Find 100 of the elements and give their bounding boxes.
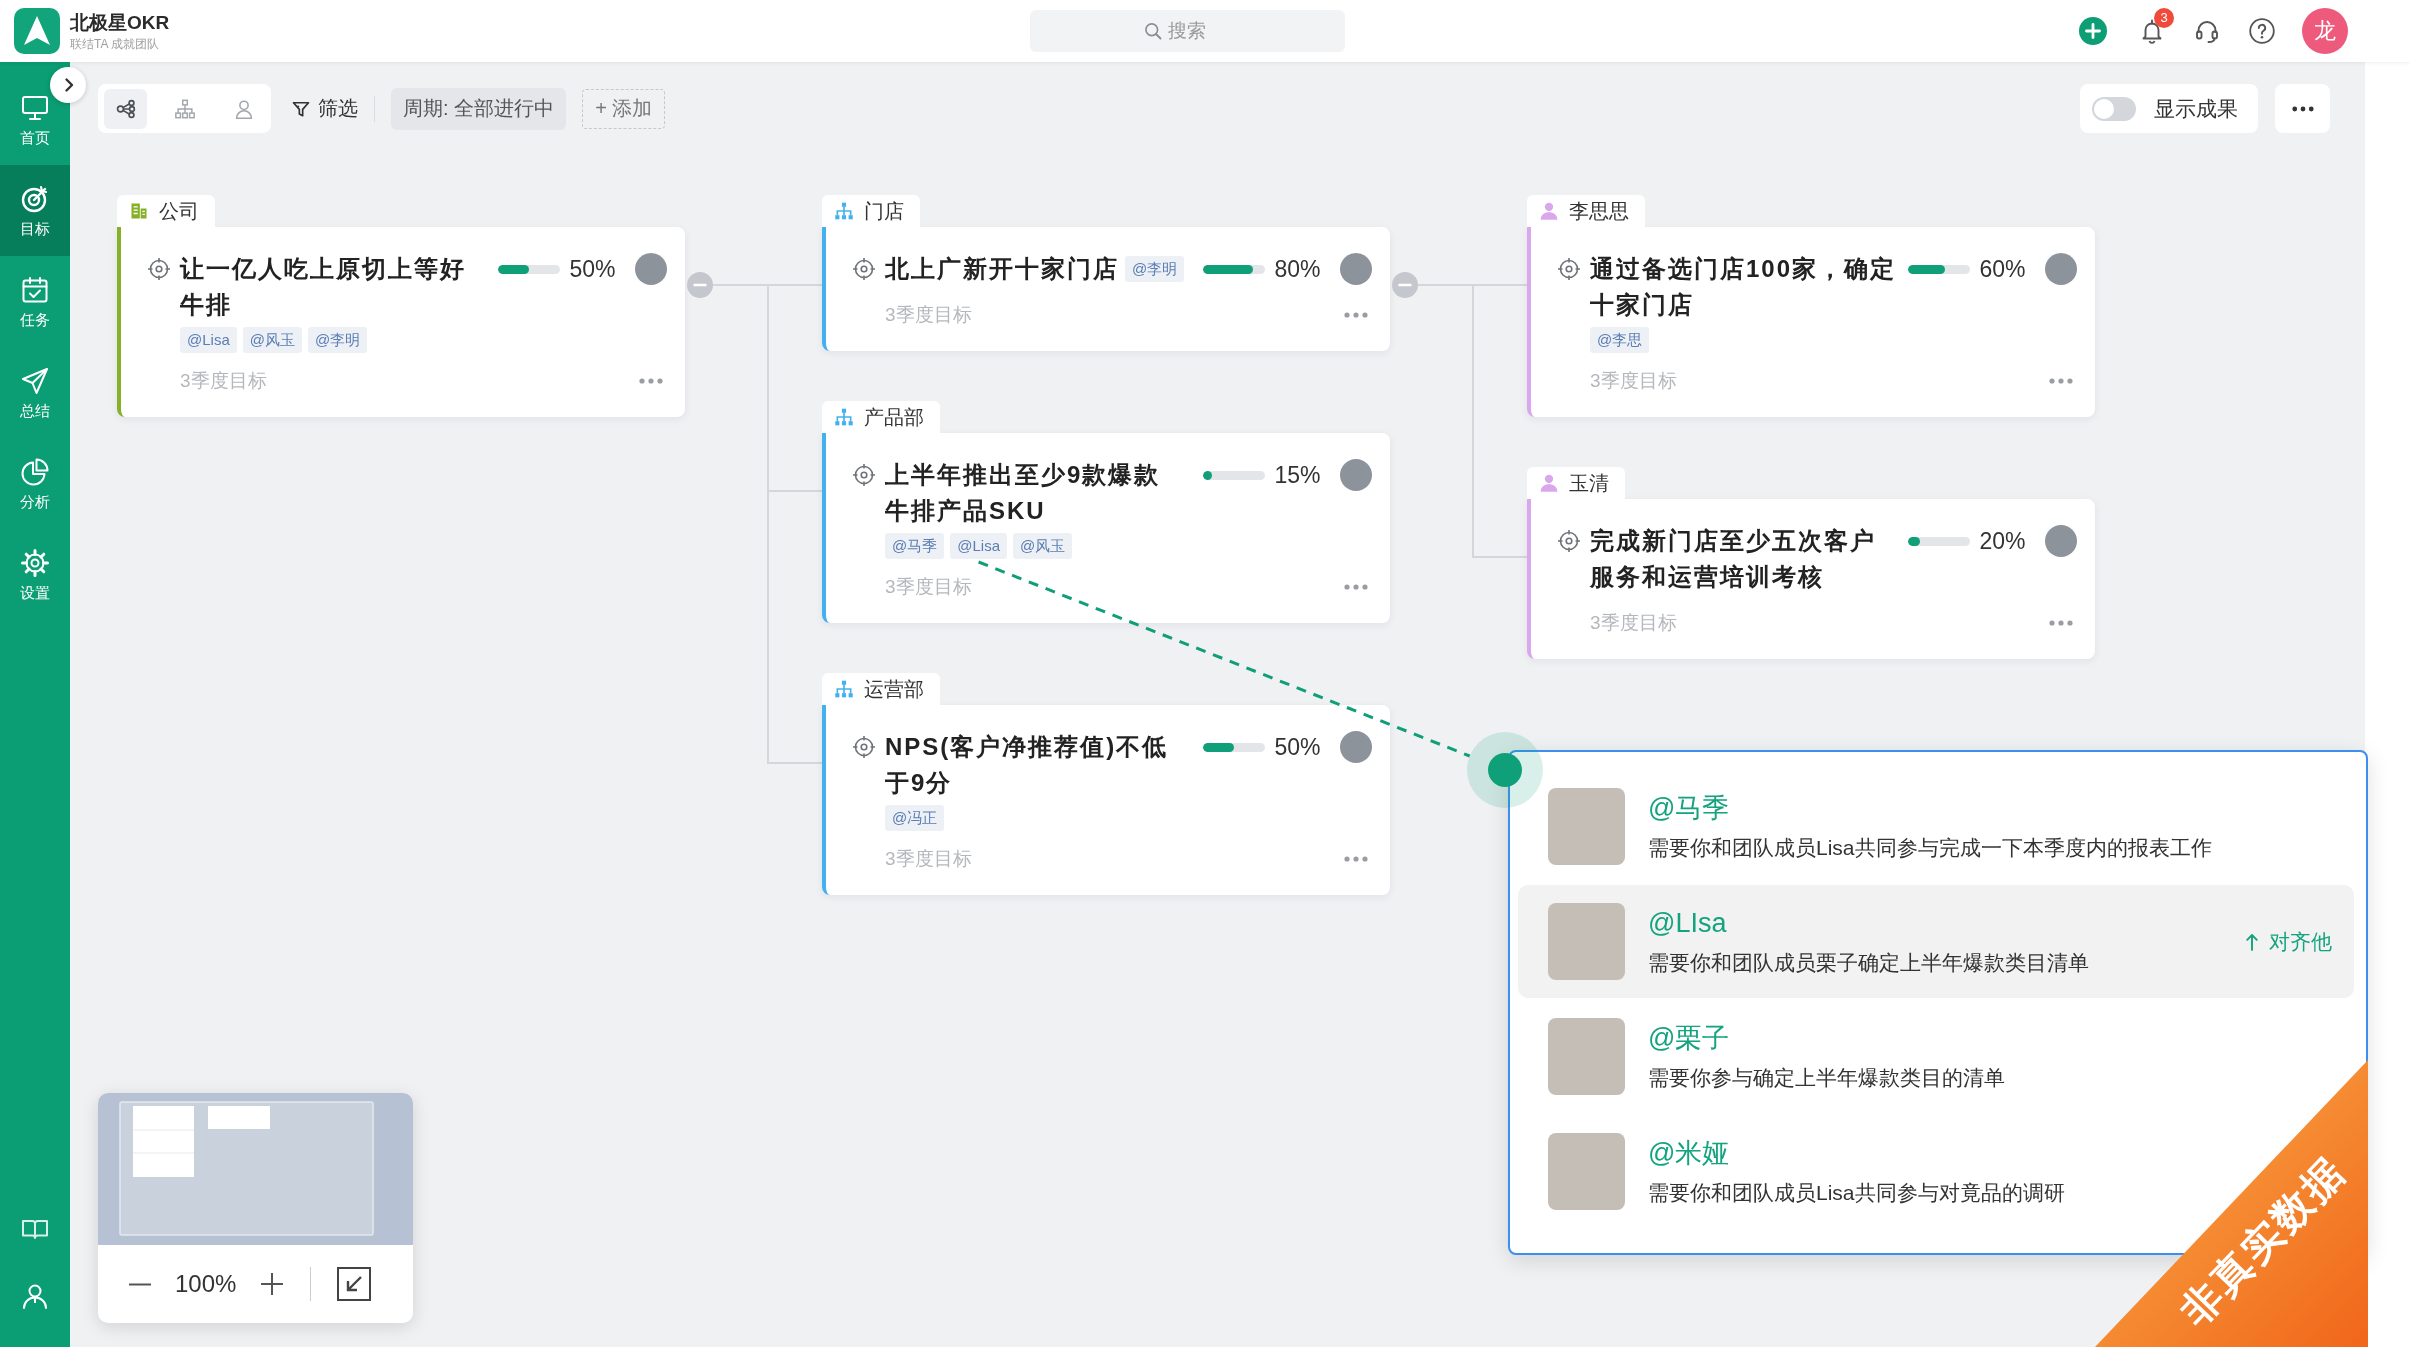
mention-message: 需要你和团队成员Lisa共同参与对竟品的调研 xyxy=(1648,1180,2065,1206)
more-icon xyxy=(2291,105,2314,112)
progress-value: 80% xyxy=(1273,255,1322,284)
add-icon[interactable] xyxy=(2079,17,2107,45)
avatar xyxy=(1340,731,1372,763)
mention-name: @LIsa xyxy=(1648,907,1727,939)
ribbon-label: 非真实数据 xyxy=(2171,1147,2355,1335)
more-icon[interactable] xyxy=(2049,620,2073,626)
group-name: 玉清 xyxy=(1569,471,1609,496)
nav-item[interactable]: 任务 xyxy=(0,256,70,347)
filter-button[interactable]: 筛选 xyxy=(291,88,358,129)
minimap-drawing[interactable] xyxy=(98,1093,413,1245)
period-selector[interactable]: 周期: 全部进行中 xyxy=(391,87,567,130)
objective-title: 北上广新开十家门店 xyxy=(885,254,1119,284)
more-icon[interactable] xyxy=(639,378,663,384)
user-avatar[interactable]: 龙 xyxy=(2302,8,2348,54)
mention-tag[interactable]: @Lisa xyxy=(950,533,1007,559)
connection-dot-icon[interactable] xyxy=(1467,732,1543,808)
target-icon xyxy=(147,257,171,281)
mention-item[interactable]: @栗子 需要你参与确定上半年爆款类目的清单 xyxy=(1518,1000,2005,1113)
more-icon[interactable] xyxy=(1344,312,1368,318)
progress-value: 20% xyxy=(1978,527,2027,556)
group-name: 门店 xyxy=(864,199,904,224)
mention-tag[interactable]: @Lisa xyxy=(180,327,237,353)
mention-item[interactable]: @LIsa 需要你和团队成员栗子确定上半年爆款类目清单 对齐他 xyxy=(1518,885,2354,998)
settings-icon xyxy=(20,547,50,578)
calendar-icon xyxy=(20,274,50,305)
objective-title: 让一亿人吃上原切上等好牛排 xyxy=(180,254,467,320)
search-icon xyxy=(1143,21,1163,41)
arrow-up-icon xyxy=(2245,931,2259,952)
mention-tag[interactable]: @李思 xyxy=(1590,327,1650,353)
mention-tag[interactable]: @李明 xyxy=(308,327,368,353)
org-chart-icon xyxy=(834,679,854,699)
headset-icon[interactable] xyxy=(2194,18,2220,44)
mention-name: @马季 xyxy=(1648,792,1730,824)
nav-item[interactable]: 目标 xyxy=(0,165,70,256)
objective-title: NPS(客户净推荐值)不低于9分 xyxy=(885,732,1170,798)
person-icon xyxy=(1539,201,1559,221)
search-field[interactable]: 搜索 xyxy=(1030,10,1345,52)
objective-title: 完成新门店至少五次客户服务和运营培训考核 xyxy=(1590,526,1877,592)
period-label: 3季度目标 xyxy=(1590,611,1677,635)
more-icon[interactable] xyxy=(1344,856,1368,862)
person-icon xyxy=(1539,473,1559,493)
add-button[interactable]: + 添加 xyxy=(582,88,666,129)
avatar xyxy=(1340,459,1372,491)
mention-message: 需要你和团队成员Lisa共同参与完成一下本季度内的报表工作 xyxy=(1648,835,2212,861)
align-button[interactable]: 对齐他 xyxy=(2245,927,2332,956)
collapse-icon[interactable] xyxy=(687,272,713,298)
group-name: 产品部 xyxy=(864,405,924,430)
mention-name: @米娅 xyxy=(1648,1137,1730,1169)
progress-value: 60% xyxy=(1978,255,2027,284)
progress-value: 50% xyxy=(1273,733,1322,762)
avatar xyxy=(1340,253,1372,285)
avatar xyxy=(635,253,667,285)
mention-tag[interactable]: @风玉 xyxy=(1013,533,1073,559)
help-icon[interactable] xyxy=(2249,18,2275,44)
more-button[interactable] xyxy=(2275,84,2330,133)
org-chart-icon xyxy=(834,407,854,427)
nav-item[interactable]: 分析 xyxy=(0,438,70,529)
group-name: 运营部 xyxy=(864,677,924,702)
target-icon xyxy=(20,183,50,214)
nav-item[interactable]: 总结 xyxy=(0,347,70,438)
mention-tag[interactable]: @风玉 xyxy=(242,327,302,353)
objective-title: 通过备选门店100家，确定十家门店 xyxy=(1590,254,1898,320)
target-icon xyxy=(852,257,876,281)
more-icon[interactable] xyxy=(1344,584,1368,590)
mention-item[interactable]: @马季 需要你和团队成员Lisa共同参与完成一下本季度内的报表工作 xyxy=(1518,770,2212,883)
mention-tag[interactable]: @马季 xyxy=(885,533,945,559)
toggle-switch[interactable] xyxy=(2092,96,2136,121)
avatar xyxy=(2045,253,2077,285)
period-label: 3季度目标 xyxy=(885,847,972,871)
progress-value: 50% xyxy=(568,255,617,284)
building-icon xyxy=(129,201,149,221)
logo-icon[interactable] xyxy=(14,8,60,54)
period-label: 3季度目标 xyxy=(885,575,972,599)
objective-title: 上半年推出至少9款爆款牛排产品SKU xyxy=(885,460,1162,526)
mention-tag[interactable]: @李明 xyxy=(1125,256,1185,282)
mention-item[interactable]: @米娅 需要你和团队成员Lisa共同参与对竟品的调研 xyxy=(1518,1115,2065,1228)
progress-value: 15% xyxy=(1273,461,1322,490)
target-icon xyxy=(852,463,876,487)
org-chart-icon xyxy=(173,97,196,120)
more-icon[interactable] xyxy=(2049,378,2073,384)
avatar xyxy=(2045,525,2077,557)
mention-message: 需要你参与确定上半年爆款类目的清单 xyxy=(1648,1065,2005,1091)
pie-chart-icon xyxy=(20,456,50,487)
period-label: 3季度目标 xyxy=(885,303,972,327)
group-name: 李思思 xyxy=(1569,199,1629,224)
mention-message: 需要你和团队成员栗子确定上半年爆款类目清单 xyxy=(1648,950,2089,976)
nav-item[interactable]: 首页 xyxy=(0,74,70,165)
view-button[interactable] xyxy=(104,88,147,129)
nav-item[interactable]: 设置 xyxy=(0,529,70,620)
period-label: 3季度目标 xyxy=(1590,369,1677,393)
app-slogan: 联结TA 成就团队 xyxy=(70,36,160,52)
zoom-out-icon[interactable] xyxy=(128,1282,152,1286)
fit-screen-icon[interactable] xyxy=(337,1267,372,1301)
collapse-icon[interactable] xyxy=(1392,272,1418,298)
zoom-in-icon[interactable] xyxy=(260,1272,285,1296)
org-chart-icon xyxy=(834,201,854,221)
show-results-toggle[interactable]: 显示成果 xyxy=(2080,84,2258,133)
mention-tag[interactable]: @冯正 xyxy=(885,805,945,831)
